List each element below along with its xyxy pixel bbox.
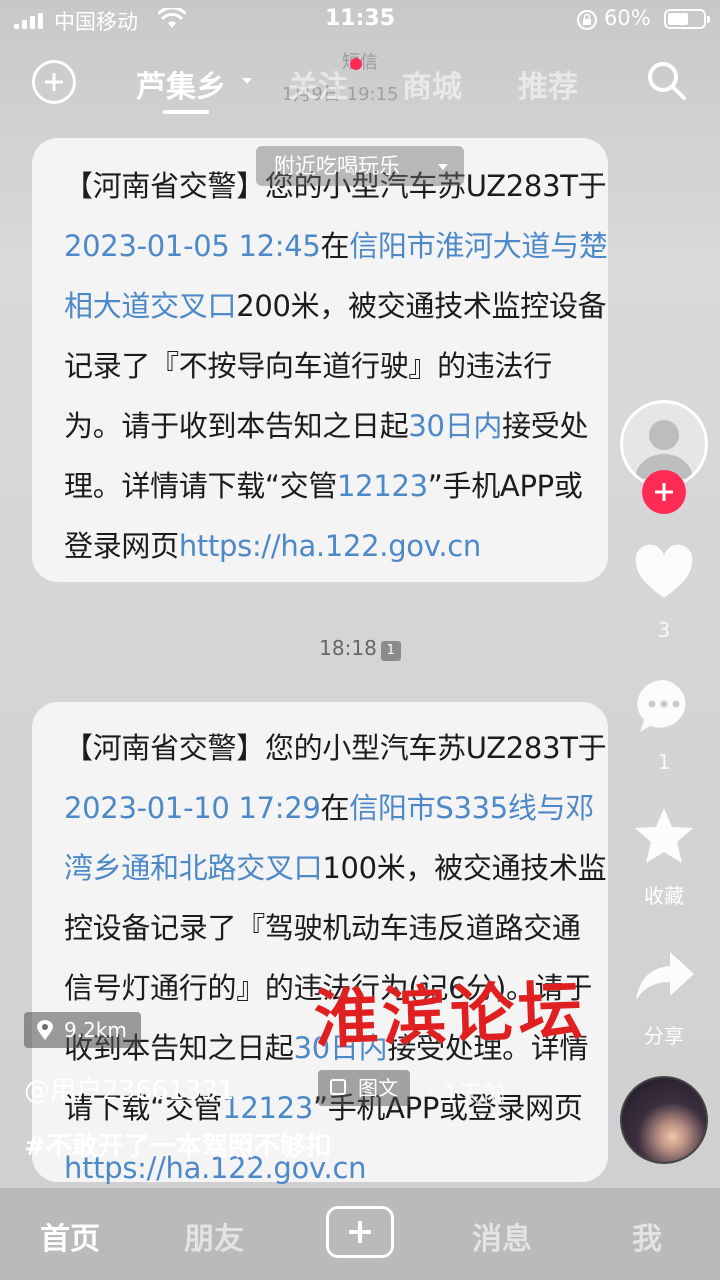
share-label: 分享: [644, 1024, 684, 1048]
create-post-button[interactable]: [326, 1206, 394, 1258]
comment-count: 1: [657, 750, 671, 774]
sim-badge: 1: [380, 641, 401, 661]
sms-message-1: 【河南省交警】您的小型汽车苏UZ283T于2023-01-05 12:45在信阳…: [32, 138, 608, 582]
battery-percent: 60%: [604, 6, 651, 30]
like-count: 3: [657, 618, 671, 642]
comment-icon[interactable]: [632, 674, 696, 738]
image-text-icon: [330, 1079, 346, 1095]
bottom-nav: 首页 朋友 消息 我: [0, 1188, 720, 1280]
sms-timestamp-text: 18:18: [319, 636, 377, 660]
sms-link[interactable]: 30日内: [408, 409, 502, 443]
sms-link[interactable]: 2023-01-10 17:29: [64, 791, 321, 825]
location-pin-icon: [37, 1020, 53, 1040]
status-bar: 中国移动 11:35 60%: [0, 0, 720, 40]
post-type-label: 图文: [358, 1076, 398, 1100]
sms-message-2: 【河南省交警】您的小型汽车苏UZ283T于2023-01-10 17:29在信阳…: [32, 702, 608, 1185]
nav-messages[interactable]: 消息: [472, 1214, 532, 1258]
sms-text-segment: 【河南省交警】您的小型汽车苏UZ283T于: [64, 731, 607, 765]
sms-link[interactable]: https://ha.122.gov.cn: [179, 529, 482, 563]
rotation-lock-icon: [577, 10, 597, 30]
add-icon[interactable]: [32, 60, 76, 104]
nearby-pill[interactable]: 附近吃喝玩乐: [256, 146, 464, 186]
sms-text-segment: 在: [320, 791, 350, 825]
top-nav: 芦集乡 关注 商城 推荐: [0, 48, 720, 118]
author-name[interactable]: @用户23661331: [24, 1070, 234, 1107]
sms-message-2-text: 【河南省交警】您的小型汽车苏UZ283T于2023-01-10 17:29在信阳…: [64, 702, 608, 1198]
post-caption[interactable]: #不敢开了一本驾照不够扣: [24, 1126, 332, 1163]
sms-timestamp: 18:18 1: [0, 636, 720, 661]
follow-button[interactable]: [642, 470, 686, 514]
chevron-down-icon: [242, 78, 252, 84]
star-icon[interactable]: [632, 804, 696, 868]
nav-home[interactable]: 首页: [40, 1214, 100, 1258]
favorite-label: 收藏: [644, 884, 684, 908]
sms-link[interactable]: 12123: [337, 469, 428, 503]
sms-link[interactable]: 12123: [222, 1091, 313, 1125]
nav-friends[interactable]: 朋友: [184, 1214, 244, 1258]
battery-icon: [664, 9, 710, 29]
post-type-badge: 图文: [318, 1070, 410, 1106]
share-icon[interactable]: [632, 944, 696, 1008]
forum-watermark: 淮滨论坛: [312, 973, 588, 1058]
tab-location[interactable]: 芦集乡: [136, 62, 226, 106]
tab-following[interactable]: 关注: [288, 62, 348, 106]
nav-me[interactable]: 我: [632, 1214, 662, 1258]
nearby-pill-label: 附近吃喝玩乐: [274, 154, 400, 178]
sms-message-1-text: 【河南省交警】您的小型汽车苏UZ283T于2023-01-05 12:45在信阳…: [64, 138, 608, 576]
active-tab-indicator: [163, 110, 209, 114]
chevron-down-icon: [438, 164, 448, 170]
tab-mall[interactable]: 商城: [402, 62, 462, 106]
search-icon[interactable]: [644, 58, 688, 102]
post-time-ago: · 1天前: [428, 1080, 507, 1108]
heart-icon[interactable]: [632, 542, 696, 606]
tab-recommend[interactable]: 推荐: [518, 62, 578, 106]
location-distance: 9.2km: [64, 1018, 127, 1042]
sms-link[interactable]: 2023-01-05 12:45: [64, 229, 321, 263]
music-disc[interactable]: [620, 1076, 708, 1164]
sms-text-segment: 在: [320, 229, 350, 263]
location-tag[interactable]: 9.2km: [24, 1012, 141, 1048]
notification-dot: [350, 58, 362, 70]
